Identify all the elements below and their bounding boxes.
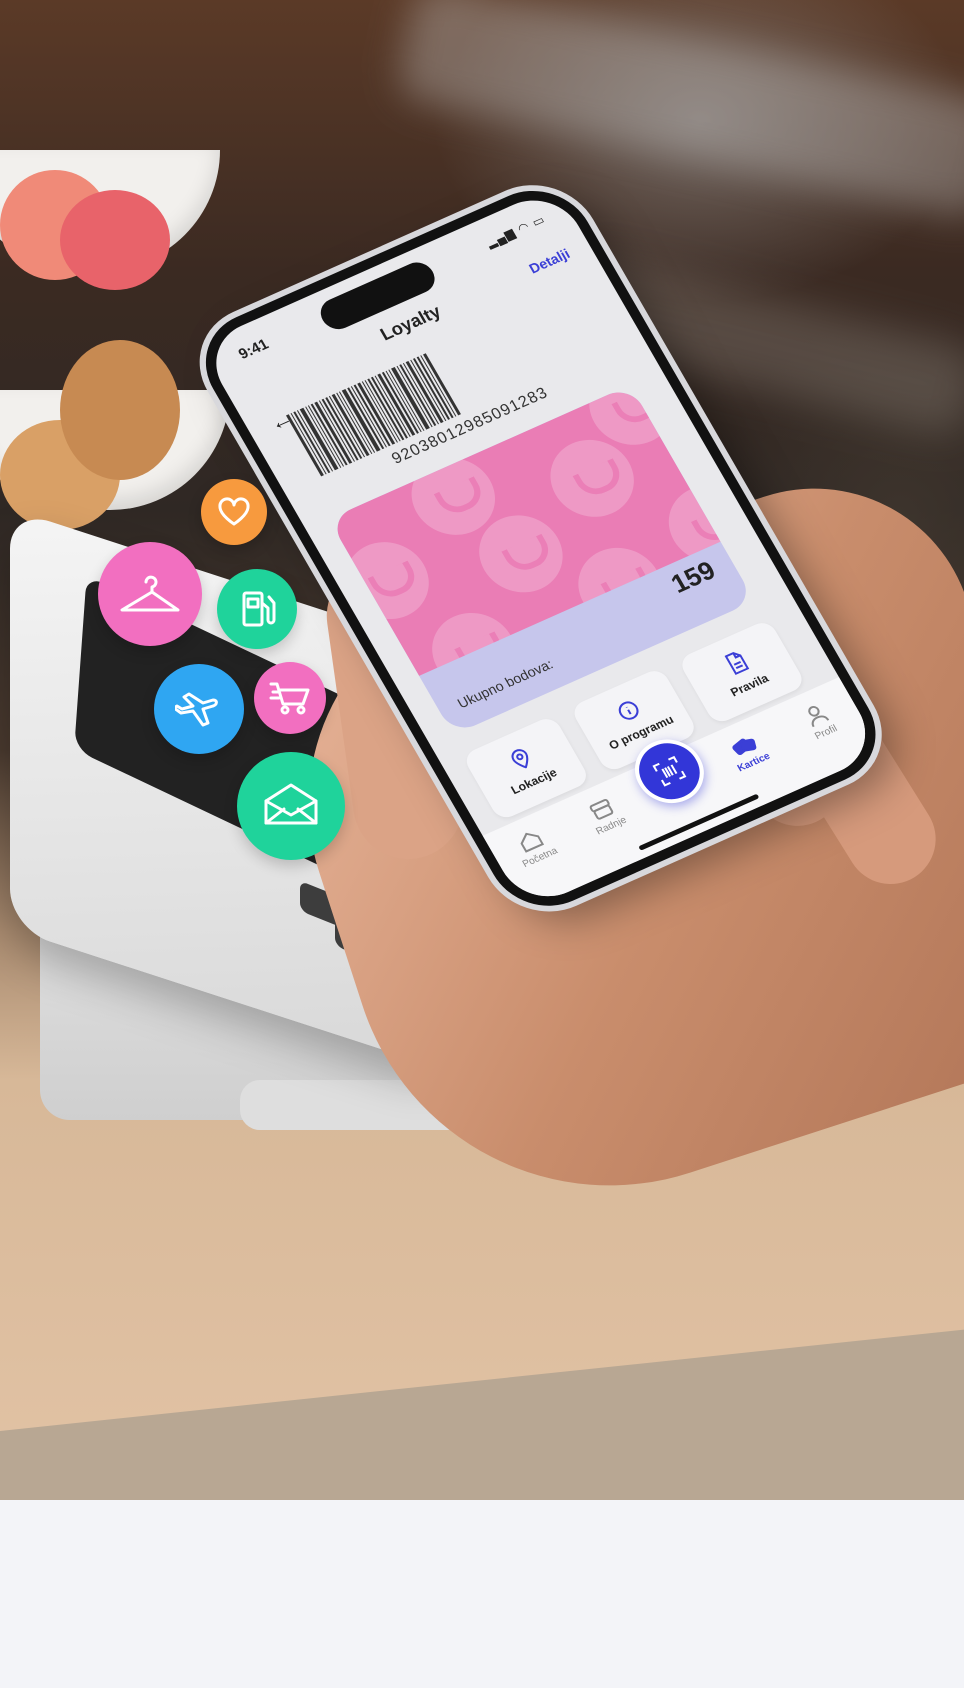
hanger-icon [120,575,180,612]
counter [0,1323,964,1500]
envelope-icon [264,783,318,825]
tab-profile[interactable]: Profil [783,693,856,750]
document-icon [724,652,750,676]
fruit [60,190,170,290]
hanger-bubble [98,542,202,646]
info-icon [618,701,639,720]
bottom-band [0,1500,964,1688]
tab-stores[interactable]: Radnje [569,788,641,843]
barcode-scan-icon [652,755,687,787]
heart-icon [218,497,250,526]
action-label: Lokacije [508,765,560,798]
mail-bubble [237,752,345,860]
photo-scene: 9:41 ▂▄▆ ◠ ▭ Loyalty Detalji ← 920380129… [0,0,964,1500]
location-pin-icon [511,749,529,769]
fuel-bubble [217,569,297,649]
tab-scan[interactable] [622,729,717,814]
shopping-cart-icon [269,682,310,715]
heart-bubble [201,479,267,545]
shopping-bubble [254,662,326,734]
bread [60,340,180,480]
signal-wifi-battery-icon: ▂▄▆ ◠ ▭ [483,212,548,250]
tab-home[interactable]: Početna [498,820,570,875]
tab-cards[interactable]: Kartice [712,725,784,780]
travel-bubble [154,664,244,754]
airplane-icon [175,692,218,727]
status-time: 9:41 [235,335,272,363]
points-label: Ukupno bodova: [454,655,556,712]
profile-icon [808,706,830,728]
fuel-pump-icon [242,591,276,627]
